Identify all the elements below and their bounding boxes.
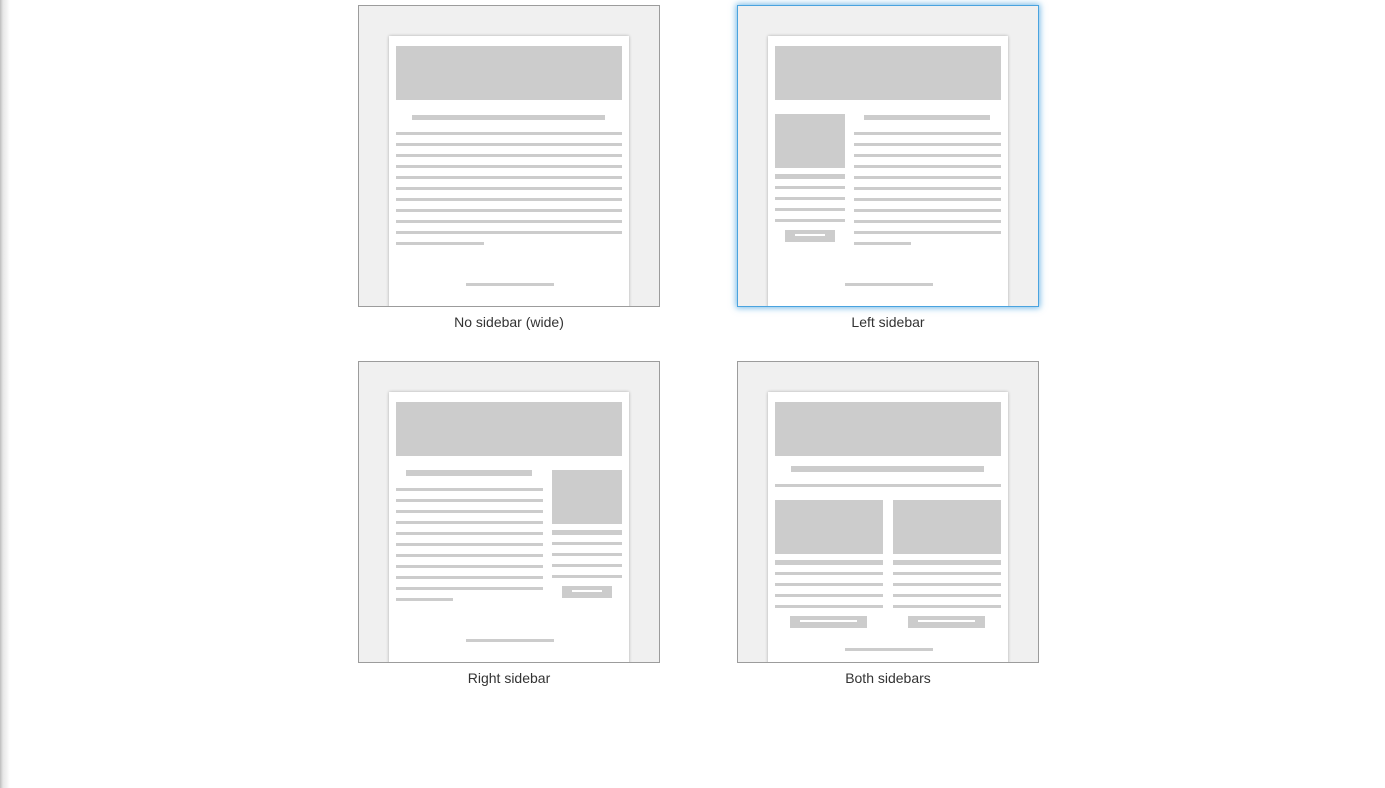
left-column-text-line <box>775 583 883 586</box>
text-line <box>396 488 543 491</box>
text-line <box>854 220 1001 223</box>
left-column-heading-placeholder <box>775 560 883 565</box>
text-line <box>396 154 622 157</box>
text-line <box>396 242 484 245</box>
text-line <box>396 554 543 557</box>
sidebar-heading-placeholder <box>775 174 845 179</box>
text-line <box>854 242 911 245</box>
layout-option-both-sidebars[interactable]: Both sidebars <box>737 361 1039 701</box>
left-column-button-placeholder <box>790 616 867 628</box>
left-column-text-line <box>775 594 883 597</box>
header-image-placeholder <box>775 402 1001 456</box>
sidebar-text-line <box>552 564 622 567</box>
left-column-text-line <box>775 572 883 575</box>
left-column-image-placeholder <box>775 500 883 554</box>
right-column-text-line <box>893 605 1001 608</box>
text-line <box>854 176 1001 179</box>
page-preview <box>389 392 629 662</box>
footer-line <box>845 283 933 286</box>
layout-option-label: Right sidebar <box>467 670 551 686</box>
title-placeholder <box>412 115 605 120</box>
text-line <box>396 165 622 168</box>
page-preview <box>389 36 629 306</box>
layout-thumbnail <box>737 5 1039 307</box>
text-line <box>396 510 543 513</box>
layout-thumbnail <box>358 5 660 307</box>
text-line <box>396 598 453 601</box>
header-image-placeholder <box>396 46 622 100</box>
sidebar-button-placeholder <box>785 230 835 242</box>
right-column-text-line <box>893 572 1001 575</box>
title-placeholder <box>406 470 532 476</box>
text-line <box>854 231 1001 234</box>
text-line <box>775 484 1001 487</box>
layout-option-no-sidebar[interactable]: No sidebar (wide) <box>358 5 660 345</box>
text-line <box>396 532 543 535</box>
text-line <box>854 143 1001 146</box>
sidebar-text-line <box>775 197 845 200</box>
sidebar-text-line <box>775 208 845 211</box>
text-line <box>396 565 543 568</box>
sidebar-heading-placeholder <box>552 530 622 535</box>
title-placeholder <box>791 466 984 472</box>
sidebar-text-line <box>775 186 845 189</box>
footer-line <box>466 639 554 642</box>
layout-option-label: No sidebar (wide) <box>454 314 564 330</box>
footer-line <box>466 283 554 286</box>
text-line <box>396 576 543 579</box>
text-line <box>396 220 622 223</box>
right-column-text-line <box>893 594 1001 597</box>
sidebar-image-placeholder <box>552 470 622 524</box>
header-image-placeholder <box>775 46 1001 100</box>
text-line <box>396 143 622 146</box>
text-line <box>396 521 543 524</box>
right-column-heading-placeholder <box>893 560 1001 565</box>
page-preview <box>768 36 1008 306</box>
text-line <box>854 154 1001 157</box>
text-line <box>854 132 1001 135</box>
text-line <box>396 231 622 234</box>
sidebar-text-line <box>775 219 845 222</box>
right-column-text-line <box>893 583 1001 586</box>
text-line <box>854 165 1001 168</box>
right-column-image-placeholder <box>893 500 1001 554</box>
text-line <box>396 209 622 212</box>
text-line <box>854 209 1001 212</box>
sidebar-button-placeholder <box>562 586 612 598</box>
layout-option-label: Left sidebar <box>851 314 925 330</box>
window-edge-shadow <box>0 0 10 788</box>
page-preview <box>768 392 1008 662</box>
layout-option-left-sidebar[interactable]: Left sidebar <box>737 5 1039 345</box>
left-column-text-line <box>775 605 883 608</box>
sidebar-text-line <box>552 575 622 578</box>
text-line <box>396 198 622 201</box>
right-column-button-placeholder <box>908 616 985 628</box>
title-placeholder <box>864 115 990 120</box>
sidebar-text-line <box>552 553 622 556</box>
text-line <box>396 587 543 590</box>
text-line <box>396 187 622 190</box>
text-line <box>396 132 622 135</box>
sidebar-text-line <box>552 542 622 545</box>
layout-thumbnail <box>737 361 1039 663</box>
text-line <box>396 543 543 546</box>
sidebar-image-placeholder <box>775 114 845 168</box>
header-image-placeholder <box>396 402 622 456</box>
layout-thumbnail <box>358 361 660 663</box>
text-line <box>854 198 1001 201</box>
text-line <box>396 176 622 179</box>
text-line <box>854 187 1001 190</box>
footer-line <box>845 648 933 651</box>
text-line <box>396 499 543 502</box>
layout-option-right-sidebar[interactable]: Right sidebar <box>358 361 660 701</box>
layout-option-label: Both sidebars <box>845 670 931 686</box>
